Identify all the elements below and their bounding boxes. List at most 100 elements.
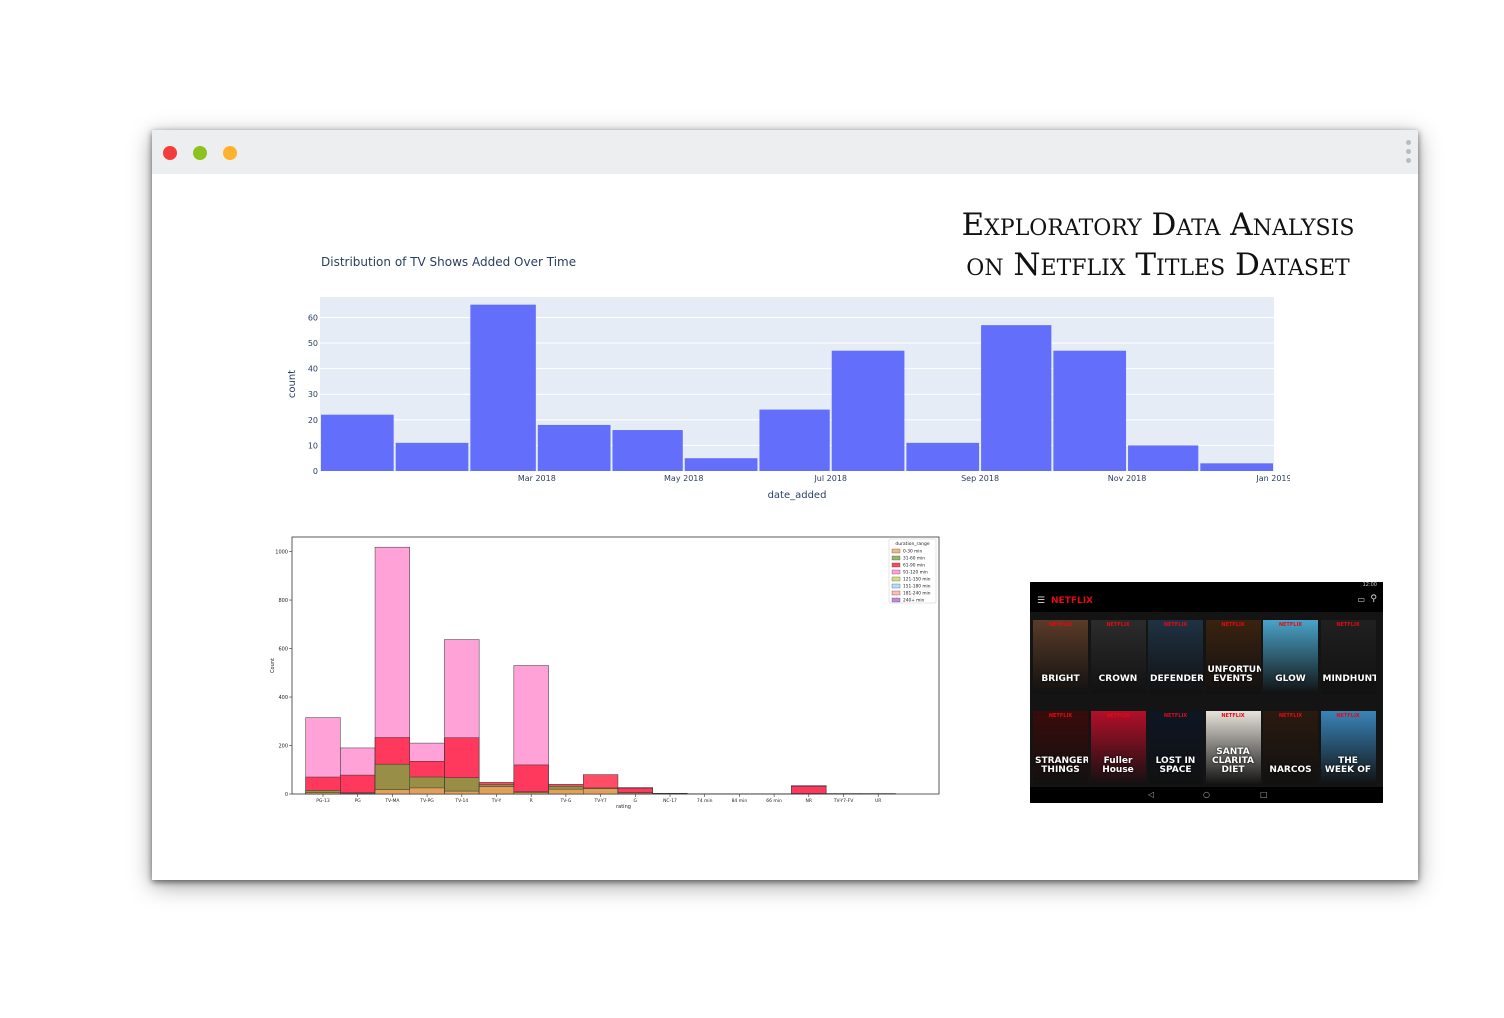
stacked-bar-segment [583, 788, 619, 795]
y-tick-label: 50 [308, 339, 318, 348]
y-tick-label: 40 [308, 365, 318, 374]
stacked-bar-segment [409, 787, 445, 795]
poster-title: SANTA CLARITA DIET [1212, 747, 1254, 775]
poster-bright[interactable]: NETFLIX BRIGHT [1033, 620, 1088, 694]
page-title-line-1: Exploratory Data Analysis [961, 207, 1355, 243]
poster-crown[interactable]: NETFLIX CROWN [1090, 620, 1146, 694]
poster-title: GLOW [1275, 674, 1306, 684]
x-tick-label: 66 min [766, 798, 782, 804]
legend-swatch [891, 576, 901, 582]
legend-swatch [891, 590, 901, 596]
home-nav-icon[interactable]: ○ [1203, 790, 1210, 799]
poster-mindhunter[interactable]: NETFLIX MINDHUNTER [1320, 620, 1376, 694]
minimize-window-button[interactable] [193, 146, 207, 160]
chart-title: Distribution of TV Shows Added Over Time [321, 255, 576, 269]
poster-badge: NETFLIX [1336, 713, 1360, 719]
poster-title: Fuller House [1102, 756, 1134, 775]
histogram-bar [1128, 445, 1199, 471]
legend-label: 121-150 min [903, 577, 931, 583]
close-window-button[interactable] [163, 146, 177, 160]
legend-swatch [891, 555, 901, 561]
stacked-bar-segment [305, 792, 341, 795]
poster-badge: NETFLIX [1221, 622, 1245, 628]
zoom-window-button[interactable] [223, 146, 237, 160]
y-tick-label: 400 [278, 695, 288, 701]
poster-title: BRIGHT [1041, 674, 1080, 684]
histogram-bar [981, 325, 1052, 471]
histogram-bar [395, 442, 469, 471]
poster-title: NARCOS [1269, 765, 1312, 775]
x-tick-label: Nov 2018 [1108, 474, 1147, 483]
y-axis-label: Count [270, 658, 276, 673]
poster-title: THE WEEK OF [1324, 756, 1372, 775]
x-tick-label: TV-PG [419, 798, 434, 804]
poster-title: UNFORTUNATE EVENTS [1207, 665, 1261, 684]
x-tick-label: May 2018 [664, 474, 703, 483]
poster-badge: NETFLIX [1336, 622, 1360, 628]
x-tick-label: G [634, 798, 638, 804]
legend-label: 0-30 min [903, 549, 922, 555]
histogram-bar [321, 414, 394, 471]
x-tick-label: PG-13 [316, 798, 330, 804]
x-axis-label: date_added [768, 490, 827, 501]
more-options-icon[interactable] [1406, 140, 1412, 166]
legend-label: 31-60 min [903, 556, 925, 562]
y-axis-label: count [287, 370, 298, 398]
x-tick-label: R [530, 798, 533, 804]
rating-duration-chart: 0 200 400 600 800 1000 PG-13 PG TV-MA TV-PG TV-14 T… [270, 536, 940, 810]
poster-stranger-things[interactable]: NETFLIX STRANGER THINGS [1033, 711, 1088, 785]
y-tick-label: 0 [285, 792, 288, 798]
poster-title: CROWN [1098, 674, 1138, 684]
poster-unfortunate-events[interactable]: NETFLIX UNFORTUNATE EVENTS [1205, 620, 1261, 694]
histogram-bar [831, 350, 905, 471]
x-tick-label: Mar 2018 [518, 474, 556, 483]
poster-narcos[interactable]: NETFLIX NARCOS [1263, 711, 1318, 785]
netflix-app-screenshot: 12:00 ☰ NETFLIX ▭ ⚲ NETFLIX BRIGHT NETFLIX… [1030, 582, 1383, 803]
histogram-bar [1053, 350, 1127, 471]
legend-label: 61-90 min [903, 563, 925, 569]
x-tick-label: 84 min [732, 798, 748, 804]
x-tick-label: TV-MA [384, 798, 400, 804]
window-titlebar [152, 130, 1418, 174]
tv-shows-added-chart: Distribution of TV Shows Added Over Time… [287, 255, 1290, 501]
y-tick-label: 1000 [275, 550, 288, 556]
stacked-bar-segment [548, 788, 584, 795]
android-nav-bar: ◁ ○ □ [1030, 787, 1383, 803]
cast-icon[interactable]: ▭ [1357, 595, 1365, 604]
stacked-bar-segment [791, 785, 827, 795]
poster-title: LOST IN SPACE [1155, 756, 1196, 775]
x-axis-label: rating [616, 804, 631, 810]
x-tick-label: Jan 2019 [1255, 474, 1290, 483]
histogram-bar [906, 442, 980, 471]
stacked-bar-segment [478, 786, 515, 795]
poster-fuller-house[interactable]: NETFLIX Fuller House [1090, 711, 1146, 785]
y-tick-label: 60 [308, 313, 318, 322]
legend-label: 181-240 min [903, 591, 931, 597]
status-time: 12:00 [1362, 582, 1377, 588]
menu-icon[interactable]: ☰ [1037, 596, 1045, 606]
poster-badge: NETFLIX [1278, 713, 1303, 719]
x-tick-label: TV-G [559, 798, 571, 804]
histogram-bar [684, 458, 758, 471]
back-nav-icon[interactable]: ◁ [1148, 790, 1154, 799]
poster-badge: NETFLIX [1163, 622, 1188, 628]
poster-title: MINDHUNTER [1322, 674, 1376, 684]
x-tick-label: TV-14 [454, 798, 468, 804]
poster-santa-clarita-diet[interactable]: NETFLIX SANTA CLARITA DIET [1205, 711, 1261, 785]
poster-lost-in-space[interactable]: NETFLIX LOST IN SPACE [1148, 711, 1203, 785]
y-tick-label: 200 [278, 744, 288, 750]
netflix-logo: NETFLIX [1051, 596, 1093, 606]
android-status-bar: 12:00 [1030, 582, 1383, 590]
search-icon[interactable]: ⚲ [1370, 594, 1377, 604]
x-tick-label: NC-17 [663, 798, 677, 804]
y-tick-label: 30 [308, 390, 318, 399]
poster-defenders[interactable]: NETFLIX DEFENDERS [1148, 620, 1203, 694]
recents-nav-icon[interactable]: □ [1260, 790, 1268, 799]
legend-swatch [891, 597, 901, 603]
x-tick-label: NR [806, 798, 813, 804]
poster-badge: NETFLIX [1106, 713, 1130, 719]
poster-glow[interactable]: NETFLIX GLOW [1263, 620, 1318, 694]
poster-badge: NETFLIX [1048, 622, 1073, 628]
legend-label: 91-120 min [903, 570, 928, 576]
poster-the-week-of[interactable]: NETFLIX THE WEEK OF [1320, 711, 1376, 785]
